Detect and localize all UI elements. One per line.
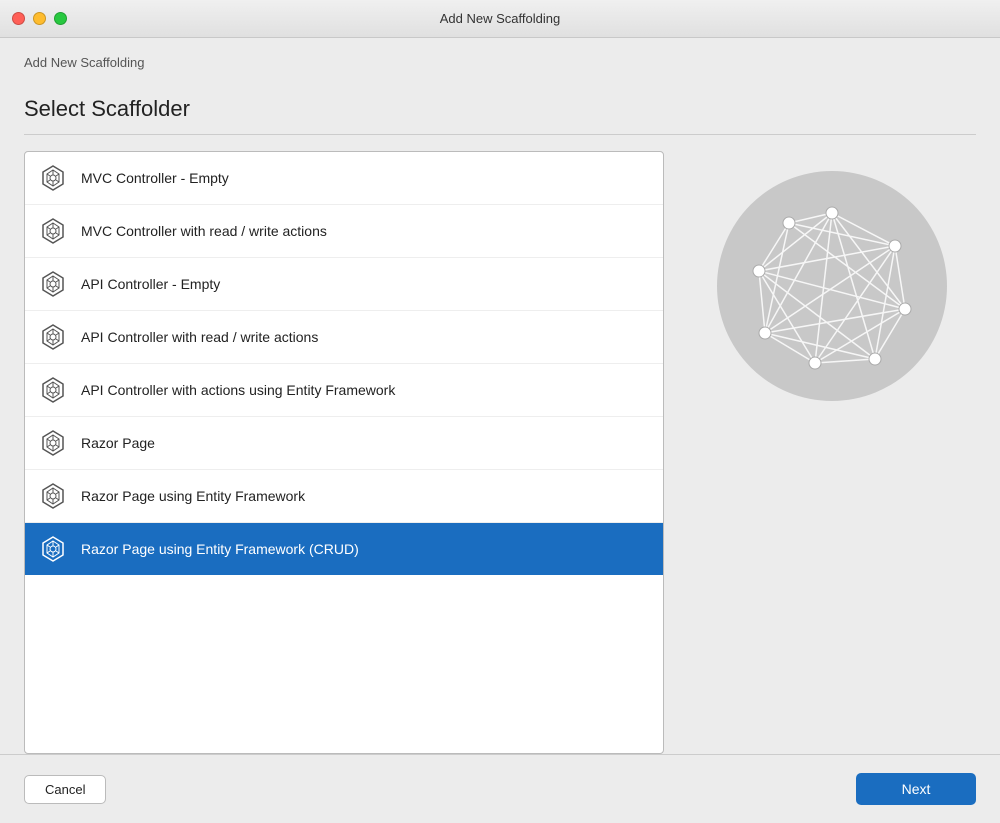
- scaffolder-icon: [37, 427, 69, 459]
- list-item[interactable]: API Controller with read / write actions: [25, 311, 663, 364]
- cancel-button[interactable]: Cancel: [24, 775, 106, 804]
- list-item[interactable]: Razor Page: [25, 417, 663, 470]
- list-item-label: MVC Controller with read / write actions: [81, 223, 327, 239]
- list-item[interactable]: MVC Controller with read / write actions: [25, 205, 663, 258]
- content-row: MVC Controller - Empty MVC Controller wi…: [24, 151, 976, 754]
- window-controls: [12, 12, 67, 25]
- scaffolder-icon: [37, 162, 69, 194]
- scaffolder-icon: [37, 480, 69, 512]
- scaffolder-icon: [37, 321, 69, 353]
- scaffolder-icon: [37, 215, 69, 247]
- graph-illustration: [717, 171, 947, 401]
- footer: Cancel Next: [0, 754, 1000, 823]
- scaffolder-icon: [37, 268, 69, 300]
- list-item[interactable]: API Controller with actions using Entity…: [25, 364, 663, 417]
- section: Select Scaffolder MVC Controller - Empty: [0, 80, 1000, 754]
- main-content: Add New Scaffolding Select Scaffolder MV…: [0, 38, 1000, 823]
- title-bar: Add New Scaffolding: [0, 0, 1000, 38]
- page-header: Add New Scaffolding: [0, 38, 1000, 80]
- list-item-label: Razor Page: [81, 435, 155, 451]
- list-item-label: API Controller with actions using Entity…: [81, 382, 395, 398]
- graph-container: [688, 151, 976, 754]
- scaffolder-list: MVC Controller - Empty MVC Controller wi…: [24, 151, 664, 754]
- list-item-label: MVC Controller - Empty: [81, 170, 229, 186]
- list-item[interactable]: MVC Controller - Empty: [25, 152, 663, 205]
- list-item-label: Razor Page using Entity Framework: [81, 488, 305, 504]
- breadcrumb: Add New Scaffolding: [24, 55, 144, 70]
- next-button[interactable]: Next: [856, 773, 976, 805]
- maximize-button[interactable]: [54, 12, 67, 25]
- list-item-label: Razor Page using Entity Framework (CRUD): [81, 541, 359, 557]
- list-item-label: API Controller - Empty: [81, 276, 220, 292]
- section-divider: [24, 134, 976, 135]
- scaffolder-icon: [37, 533, 69, 565]
- page-title: Select Scaffolder: [24, 96, 976, 122]
- list-item[interactable]: API Controller - Empty: [25, 258, 663, 311]
- close-button[interactable]: [12, 12, 25, 25]
- window-title: Add New Scaffolding: [440, 11, 560, 26]
- list-item[interactable]: Razor Page using Entity Framework: [25, 470, 663, 523]
- list-item[interactable]: Razor Page using Entity Framework (CRUD): [25, 523, 663, 575]
- scaffolder-icon: [37, 374, 69, 406]
- list-item-label: API Controller with read / write actions: [81, 329, 318, 345]
- minimize-button[interactable]: [33, 12, 46, 25]
